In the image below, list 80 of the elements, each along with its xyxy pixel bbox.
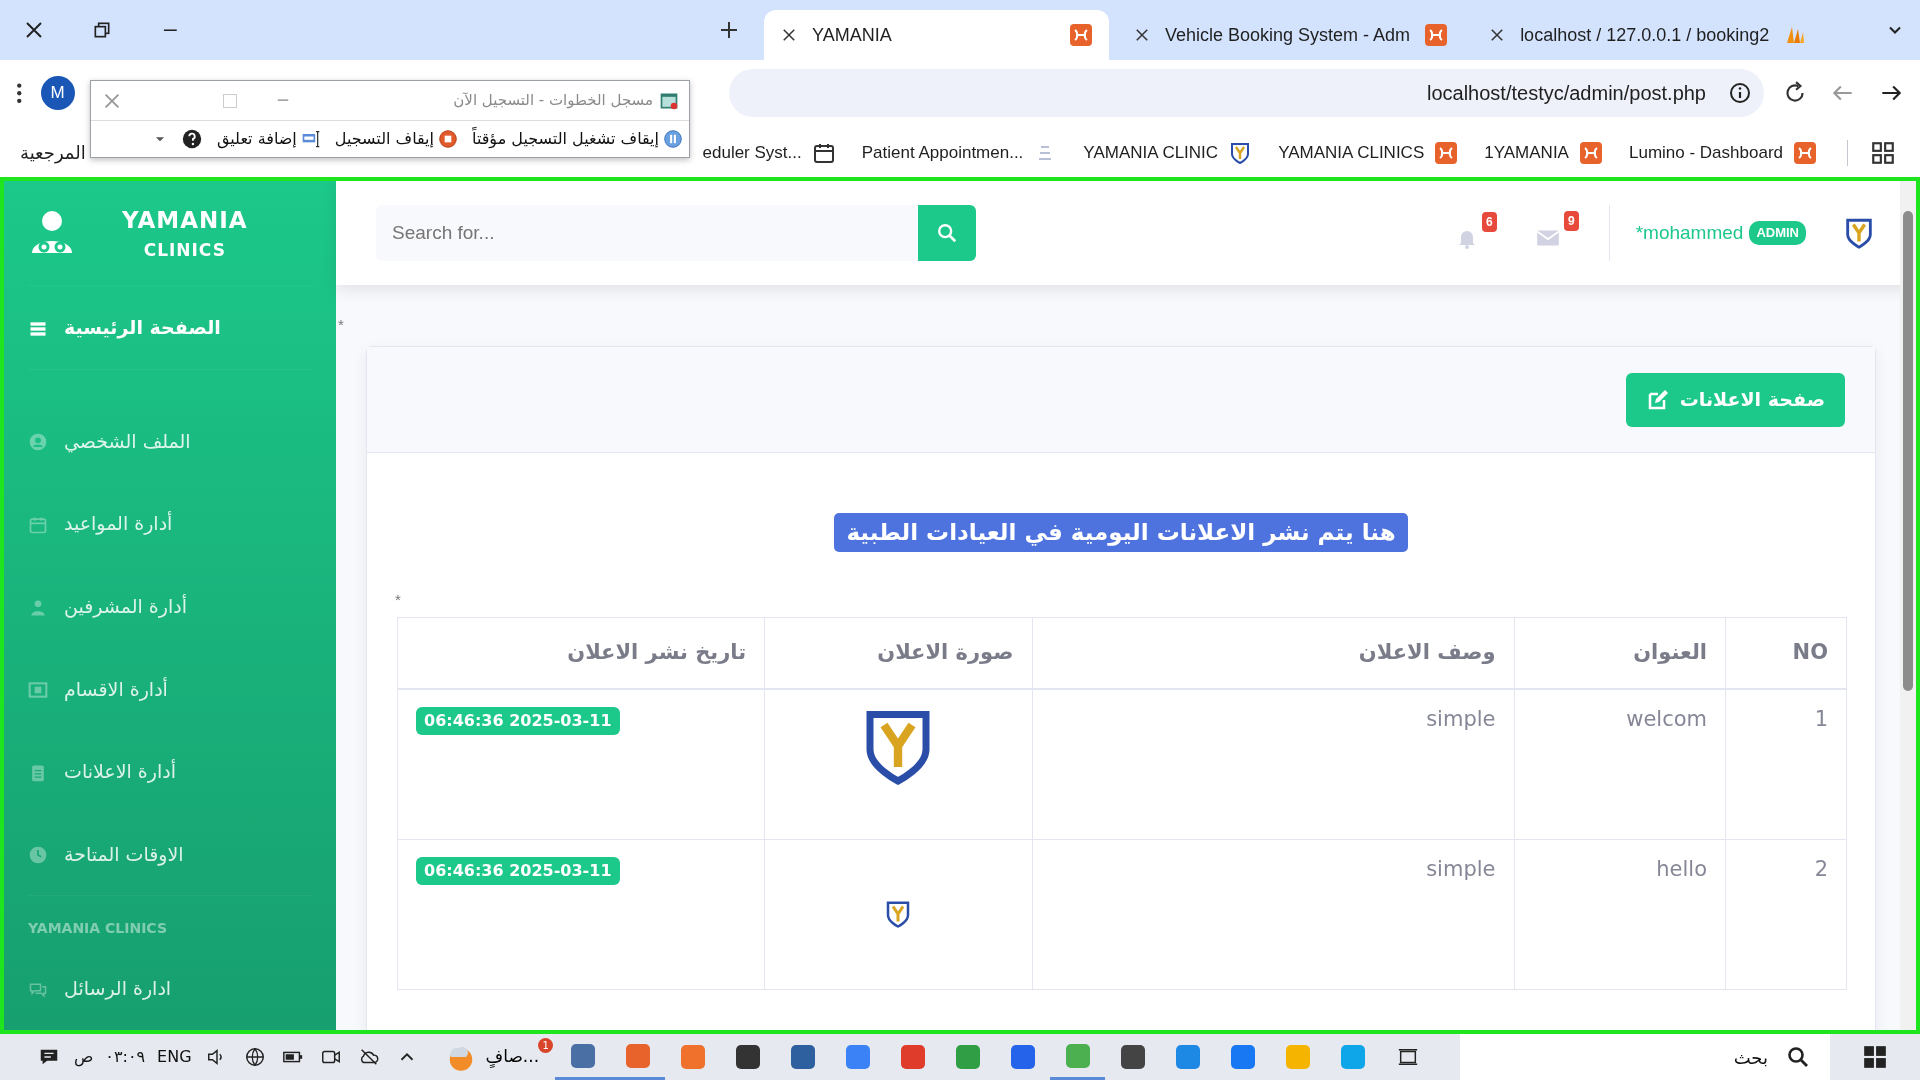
browser-tab[interactable]: localhost / 127.0.0.1 / booking2 xyxy=(1472,10,1824,60)
profile-avatar[interactable]: M xyxy=(40,76,75,110)
bookmark[interactable]: Patient Appointmen... xyxy=(853,140,1066,166)
messages-button[interactable]: 9 xyxy=(1506,211,1589,255)
search-field[interactable]: Search for... xyxy=(376,205,918,261)
clock-period: ص xyxy=(73,1046,95,1069)
task-view-icon xyxy=(1396,1046,1419,1068)
search-button[interactable] xyxy=(918,205,976,261)
language-indicator[interactable]: ENG xyxy=(151,1045,198,1069)
brand-name: YAMANIA CLINICS xyxy=(122,206,248,262)
calendar-clock-icon xyxy=(811,141,836,165)
globe-icon xyxy=(243,1046,266,1068)
grid-icon xyxy=(1870,140,1896,166)
recorder-button[interactable]: إيقاف التسجيل xyxy=(334,127,458,151)
recorder-button[interactable]: إيقاف تشغيل التسجيل مؤقتاً xyxy=(472,127,683,151)
column-header: NO xyxy=(1725,617,1847,689)
table-cell: welcom xyxy=(1514,689,1726,839)
table-cell: 2 xyxy=(1725,839,1847,989)
clock[interactable]: ٠٣:٠٩ xyxy=(99,1045,152,1069)
picture-icon xyxy=(28,680,48,701)
recorder-title: مسجل الخطوات - التسجيل الآن xyxy=(453,90,653,112)
asterisk: * xyxy=(338,317,345,332)
messages-count: 9 xyxy=(1564,211,1579,231)
alerts-button[interactable]: 6 xyxy=(1426,211,1507,255)
table-cell: hello xyxy=(1514,839,1726,989)
xampp-icon xyxy=(1434,141,1459,165)
page-heading: هنا يتم نشر الاعلانات اليومية في العيادات الطبية xyxy=(834,513,1408,552)
column-header: العنوان xyxy=(1514,617,1726,689)
asterisk: * xyxy=(395,591,402,607)
close-icon[interactable] xyxy=(1133,26,1151,44)
pause-icon xyxy=(663,129,683,149)
alerts-count: 6 xyxy=(1482,211,1497,232)
help-icon[interactable] xyxy=(180,128,203,150)
search-icon xyxy=(936,222,958,244)
bookmark-label: YAMANIA CLINICS xyxy=(1278,142,1425,165)
bookmark-label: YAMANIA CLINIC xyxy=(1083,142,1219,165)
bookmark-label: Lumino - Dashboard xyxy=(1628,142,1783,165)
bookmark[interactable]: eduler Syst... xyxy=(694,140,844,166)
close-icon[interactable] xyxy=(780,26,798,44)
table-cell: simple xyxy=(1032,839,1514,989)
xampp-icon xyxy=(1069,23,1093,47)
column-header: تاريخ نشر الاعلان xyxy=(397,617,765,689)
search-icon xyxy=(1786,1045,1810,1069)
clock-icon xyxy=(28,845,48,866)
browser-tab[interactable]: Vehicle Booking System - Adm xyxy=(1117,10,1465,60)
bookmark[interactable]: YAMANIA CLINICS xyxy=(1270,140,1467,166)
minimize-icon xyxy=(162,28,178,32)
restore-icon xyxy=(92,20,112,40)
address-text: localhost/testyc/admin/post.php xyxy=(1426,81,1706,106)
browser-tab[interactable]: YAMANIA xyxy=(764,10,1109,60)
bookmark-label: Patient Appointmen... xyxy=(861,142,1024,165)
xampp-icon xyxy=(1578,141,1603,165)
date-badge: 06:46:36 2025-03-11 xyxy=(416,856,620,885)
minimize-icon[interactable] xyxy=(277,99,289,102)
column-header: صورة الاعلان xyxy=(764,617,1033,689)
bookmark-label: eduler Syst... xyxy=(702,142,802,165)
info-icon xyxy=(1728,81,1752,105)
recorder-button[interactable]: إضافة تعليق xyxy=(216,127,321,151)
weather-badge: 1 xyxy=(538,1038,554,1053)
xampp-icon xyxy=(1424,23,1449,47)
taskbar-search-field[interactable]: بحث xyxy=(1460,1034,1830,1080)
column-header: وصف الاعلان xyxy=(1032,617,1514,689)
bookmark[interactable]: YAMANIA CLINIC xyxy=(1075,140,1261,166)
scrollbar[interactable] xyxy=(1900,181,1916,1030)
address-bar[interactable]: localhost/testyc/admin/post.php xyxy=(728,69,1764,117)
sidebar-heading: YAMANIA CLINICS xyxy=(28,919,168,939)
table-cell: simple xyxy=(1032,689,1514,839)
stop-icon xyxy=(438,129,458,149)
xampp-icon xyxy=(1793,141,1817,165)
table-cell: 1 xyxy=(1725,689,1847,839)
more-icon xyxy=(16,82,23,104)
user-icon xyxy=(28,432,48,453)
windows-icon xyxy=(1862,1044,1888,1070)
bookmark-label[interactable]: المرجعية xyxy=(20,139,86,167)
comment-icon xyxy=(300,129,321,149)
bookmark-label: 1YAMANIA xyxy=(1484,142,1569,165)
date-badge: 06:46:36 2025-03-11 xyxy=(416,707,620,735)
bookmark[interactable]: Lumino - Dashboard xyxy=(1620,140,1825,166)
role-badge: ADMIN xyxy=(1749,221,1806,245)
bookmark[interactable]: 1YAMANIA xyxy=(1476,140,1611,166)
